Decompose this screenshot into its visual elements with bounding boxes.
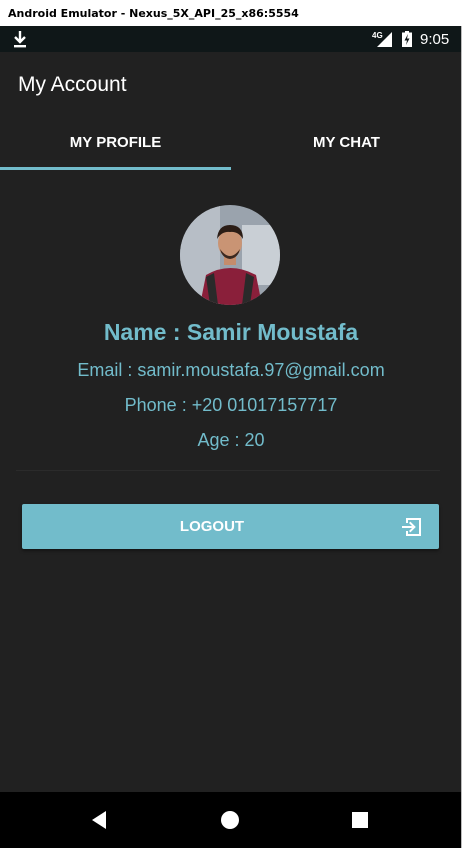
divider <box>16 470 440 471</box>
battery-icon <box>402 31 412 47</box>
clock: 9:05 <box>420 31 450 48</box>
tab-my-profile[interactable]: MY PROFILE <box>0 122 231 170</box>
logout-icon <box>402 518 421 536</box>
profile-name: Name : Samir Moustafa <box>103 319 359 345</box>
tab-my-chat[interactable]: MY CHAT <box>231 122 461 170</box>
back-icon[interactable] <box>88 808 112 832</box>
page-title: My Account <box>18 73 127 96</box>
profile-photo <box>180 205 280 305</box>
status-bar: 4G 9:05 <box>0 26 461 52</box>
logout-label: LOGOUT <box>179 518 245 535</box>
emulator-window-title: Android Emulator - Nexus_5X_API_25_x86:5… <box>0 0 464 26</box>
device-screen: 4G 9:05 My Account MY PROFILE MY CHAT Na… <box>0 26 462 848</box>
recent-apps-icon[interactable] <box>348 808 372 832</box>
profile-email: Email : samir.moustafa.97@gmail.com <box>77 360 385 380</box>
download-icon <box>14 31 26 48</box>
home-icon[interactable] <box>218 808 242 832</box>
network-type-label: 4G <box>372 31 383 40</box>
profile-phone: Phone : +20 01017157717 <box>124 395 338 415</box>
logout-button[interactable]: LOGOUT <box>22 504 439 549</box>
tab-bar: MY PROFILE MY CHAT <box>0 122 461 170</box>
tab-indicator <box>0 167 231 170</box>
avatar <box>180 205 280 305</box>
profile-age: Age : 20 <box>197 430 265 450</box>
signal-icon: 4G <box>372 31 392 47</box>
navigation-bar <box>0 792 461 848</box>
